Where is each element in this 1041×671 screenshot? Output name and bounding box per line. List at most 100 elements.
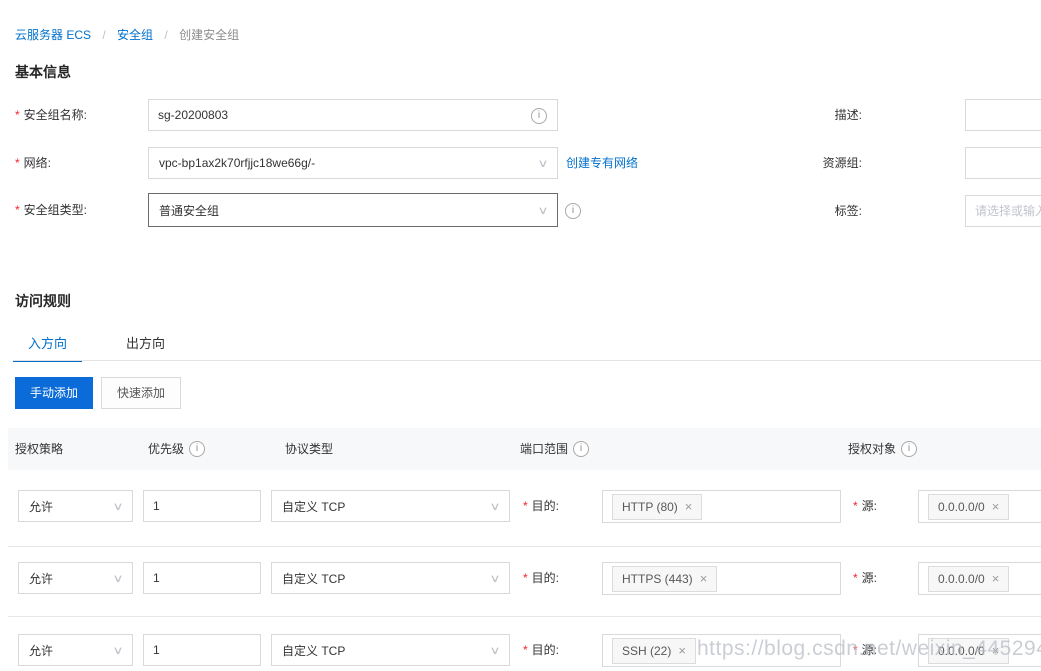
info-icon[interactable]: i <box>573 441 589 457</box>
header-authorization-object: 授权对象 i <box>848 428 917 470</box>
close-icon[interactable]: × <box>992 644 1000 657</box>
chevron-down-icon: ∨ <box>537 157 548 170</box>
source-label-text: 源: <box>862 643 877 657</box>
field-label-description: 描述: <box>782 99 862 131</box>
dest-label: *目的: <box>523 562 559 595</box>
header-policy-text: 授权策略 <box>15 428 63 470</box>
rules-table-header: 授权策略 优先级 i 协议类型 端口范围i 授权对象 i <box>8 428 1041 470</box>
required-mark: * <box>523 499 528 513</box>
chevron-down-icon: ∨ <box>489 644 500 657</box>
source-label: *源: <box>853 490 877 523</box>
port-tag: HTTP (80) × <box>612 494 702 520</box>
security-group-type-select[interactable]: 普通安全组 ∨ <box>148 193 558 227</box>
source-label-text: 源: <box>862 571 877 585</box>
breadcrumb-link-security-group[interactable]: 安全组 <box>117 28 153 42</box>
chevron-down-icon: ∨ <box>489 572 500 585</box>
field-label-name: * 安全组名称: <box>15 99 87 131</box>
chevron-down-icon: ∨ <box>112 572 123 585</box>
create-security-group-page: 云服务器 ECS / 安全组 / 创建安全组 基本信息 * 安全组名称: i *网… <box>0 0 1041 671</box>
resource-group-input[interactable] <box>965 147 1041 179</box>
port-range-field[interactable]: HTTP (80) × <box>602 490 841 523</box>
source-tag-text: 0.0.0.0/0 <box>938 500 985 514</box>
policy-value: 允许 <box>29 498 53 515</box>
source-tag: 0.0.0.0/0 × <box>928 566 1009 592</box>
header-priority-text: 优先级 <box>148 428 184 470</box>
priority-input[interactable] <box>143 562 261 594</box>
tab-inbound[interactable]: 入方向 <box>13 332 82 362</box>
header-protocol-text: 协议类型 <box>285 428 333 470</box>
protocol-value: 自定义 TCP <box>282 642 345 659</box>
network-select-value: vpc-bp1ax2k70rfjjc18we66g/- <box>159 156 315 170</box>
breadcrumb-link-ecs[interactable]: 云服务器 ECS <box>15 28 91 42</box>
info-icon[interactable]: i <box>565 203 581 219</box>
breadcrumb-current: 创建安全组 <box>179 28 239 42</box>
close-icon[interactable]: × <box>700 572 708 585</box>
policy-select[interactable]: 允许 ∨ <box>18 634 133 666</box>
security-group-type-value: 普通安全组 <box>159 202 219 219</box>
priority-input[interactable] <box>143 490 261 522</box>
create-vpc-link[interactable]: 创建专有网络 <box>566 147 638 179</box>
dest-label-text: 目的: <box>532 499 559 513</box>
row-separator <box>8 616 1041 617</box>
access-rules-title: 访问规则 <box>15 291 71 311</box>
info-icon[interactable]: i <box>901 441 917 457</box>
policy-select[interactable]: 允许 ∨ <box>18 490 133 522</box>
security-group-name-input[interactable] <box>149 100 557 130</box>
description-input[interactable] <box>965 99 1041 131</box>
required-mark: * <box>853 643 858 657</box>
protocol-value: 自定义 TCP <box>282 570 345 587</box>
chevron-down-icon: ∨ <box>112 500 123 513</box>
chevron-down-icon: ∨ <box>112 644 123 657</box>
priority-input[interactable] <box>143 634 261 666</box>
dest-label-text: 目的: <box>532 571 559 585</box>
field-label-network: *网络: <box>15 147 51 179</box>
required-mark: * <box>15 203 20 217</box>
close-icon[interactable]: × <box>678 644 686 657</box>
info-icon[interactable]: i <box>531 108 547 124</box>
field-label-tag: 标签: <box>782 195 862 227</box>
source-field[interactable]: 0.0.0.0/0 × <box>918 490 1041 523</box>
tab-outbound[interactable]: 出方向 <box>111 332 180 360</box>
info-icon[interactable]: i <box>189 441 205 457</box>
rule-row: 允许∨ 自定义 TCP ∨ *目的: HTTPS (443)× * 源: 0.0.0… <box>0 562 1041 596</box>
header-priority: 优先级 i <box>148 428 205 470</box>
protocol-select[interactable]: 自定义 TCP∨ <box>271 490 510 522</box>
source-field[interactable]: 0.0.0.0/0 × <box>918 562 1041 595</box>
basic-info-title: 基本信息 <box>15 62 71 82</box>
manual-add-button[interactable]: 手动添加 <box>15 377 93 409</box>
protocol-select[interactable]: 自定义 TCP ∨ <box>271 562 510 594</box>
close-icon[interactable]: × <box>992 572 1000 585</box>
required-mark: * <box>853 571 858 585</box>
chevron-down-icon: ∨ <box>537 204 548 217</box>
dest-label-text: 目的: <box>532 643 559 657</box>
tag-input[interactable] <box>965 195 1041 227</box>
port-tag-text: SSH (22) <box>622 644 671 658</box>
source-tag-text: 0.0.0.0/0 <box>938 644 985 658</box>
port-tag-text: HTTP (80) <box>622 500 678 514</box>
network-select[interactable]: vpc-bp1ax2k70rfjjc18we66g/- ∨ <box>148 147 558 179</box>
breadcrumb-separator: / <box>164 28 167 42</box>
close-icon[interactable]: × <box>992 500 1000 513</box>
port-range-field[interactable]: HTTPS (443)× <box>602 562 841 595</box>
quick-add-button[interactable]: 快速添加 <box>101 377 181 409</box>
policy-value: 允许 <box>29 642 53 659</box>
source-field[interactable]: 0.0.0.0/0 × <box>918 634 1041 667</box>
protocol-select[interactable]: 自定义 TCP ∨ <box>271 634 510 666</box>
port-tag: SSH (22) × <box>612 638 696 664</box>
header-authorization-object-text: 授权对象 <box>848 428 896 470</box>
port-range-field[interactable]: SSH (22) × <box>602 634 841 667</box>
source-tag-text: 0.0.0.0/0 <box>938 572 985 586</box>
close-icon[interactable]: × <box>685 500 693 513</box>
required-mark: * <box>15 108 20 122</box>
required-mark: * <box>853 499 858 513</box>
field-label-resource-group: 资源组: <box>782 147 862 179</box>
field-label-name-text: 安全组名称: <box>24 108 87 122</box>
header-port-range: 端口范围i <box>520 428 589 470</box>
source-tag: 0.0.0.0/0 × <box>928 494 1009 520</box>
field-label-type-text: 安全组类型: <box>24 203 87 217</box>
breadcrumb: 云服务器 ECS / 安全组 / 创建安全组 <box>15 26 239 43</box>
tabs-divider <box>13 360 1041 361</box>
required-mark: * <box>523 643 528 657</box>
source-label: * 源: <box>853 562 877 595</box>
policy-select[interactable]: 允许∨ <box>18 562 133 594</box>
